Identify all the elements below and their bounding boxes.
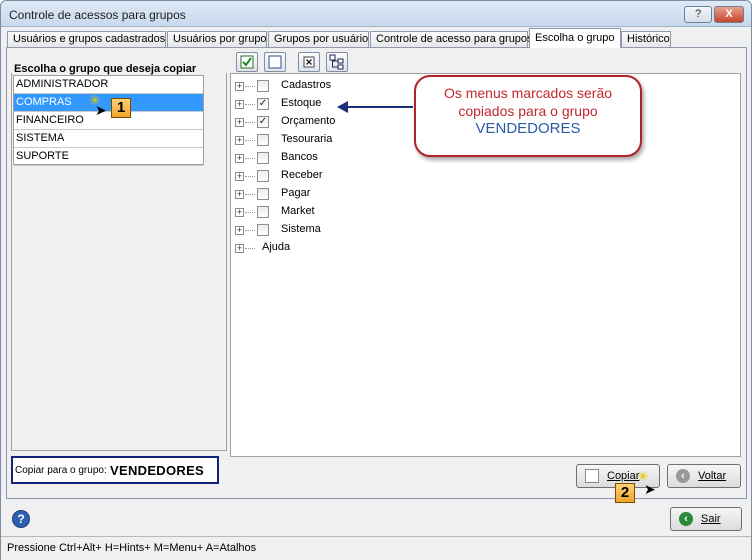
sair-label: Sair <box>701 513 721 525</box>
checkbox-bancos[interactable] <box>257 152 269 164</box>
group-item-administrador[interactable]: ADMINISTRADOR <box>14 76 203 94</box>
checkbox-sistema[interactable] <box>257 224 269 236</box>
sair-button[interactable]: ‹ Sair <box>670 507 742 531</box>
expand-icon[interactable]: + <box>235 154 244 163</box>
checkbox-tesouraria[interactable] <box>257 134 269 146</box>
tree-label: Ajuda <box>262 241 291 253</box>
mouse-cursor-icon: ➤ <box>644 481 656 497</box>
help-icon[interactable]: ? <box>12 510 30 528</box>
callout-arrow-line <box>347 106 413 108</box>
expand-icon[interactable]: + <box>235 190 244 199</box>
title-bar: Controle de acessos para grupos ? X <box>1 1 751 27</box>
group-item-sistema[interactable]: SISTEMA <box>14 130 203 148</box>
checkbox-market[interactable] <box>257 206 269 218</box>
tree-label: Orçamento <box>281 115 336 127</box>
checkbox-receber[interactable] <box>257 170 269 182</box>
status-bar: Pressione Ctrl+Alt+ H=Hints+ M=Menu+ A=A… <box>1 536 751 560</box>
tree-label: Pagar <box>281 187 311 199</box>
tree-label: Sistema <box>281 223 321 235</box>
copy-target-box: Copiar para o grupo: VENDEDORES <box>11 456 219 484</box>
status-text: Pressione Ctrl+Alt+ H=Hints+ M=Menu+ A=A… <box>7 542 257 554</box>
tree-label: Cadastros <box>281 79 332 91</box>
tree-label: Bancos <box>281 151 318 163</box>
checkbox-estoque[interactable]: ✓ <box>257 98 269 110</box>
group-item-compras[interactable]: COMPRAS <box>14 94 203 112</box>
back-arrow-icon: ‹ <box>676 469 690 483</box>
tab-usuarios-grupos[interactable]: Usuários e grupos cadastrados <box>7 31 166 47</box>
uncheck-all-icon[interactable] <box>264 52 286 72</box>
expand-icon[interactable]: + <box>235 226 244 235</box>
copy-icon <box>585 469 599 483</box>
tab-usuarios-por-grupo[interactable]: Usuários por grupo <box>167 31 267 47</box>
checkbox-cadastros[interactable] <box>257 80 269 92</box>
tab-controle-acesso[interactable]: Controle de acesso para grupos <box>370 31 533 47</box>
step-badge-2: 2 <box>615 483 635 503</box>
window-title: Controle de acessos para grupos <box>9 8 186 22</box>
expand-icon[interactable]: + <box>235 100 244 109</box>
group-item-financeiro[interactable]: FINANCEIRO <box>14 112 203 130</box>
tab-escolha-grupo[interactable]: Escolha o grupo <box>529 28 621 48</box>
mouse-cursor-icon: ➤ <box>95 102 107 118</box>
tree-label: Estoque <box>281 97 322 109</box>
expand-icon[interactable]: + <box>235 118 244 127</box>
collapse-icon[interactable] <box>298 52 320 72</box>
checkbox-orcamento[interactable]: ✓ <box>257 116 269 128</box>
tree-label: Receber <box>281 169 323 181</box>
checkbox-pagar[interactable] <box>257 188 269 200</box>
expand-icon[interactable]: + <box>235 244 244 253</box>
exit-arrow-icon: ‹ <box>679 512 693 526</box>
close-window-button[interactable]: X <box>714 6 744 23</box>
expand-icon[interactable]: + <box>235 172 244 181</box>
main-window: Controle de acessos para grupos ? X Usuá… <box>0 0 752 560</box>
callout-line-3: VENDEDORES <box>475 120 581 137</box>
tab-historico[interactable]: Histórico <box>621 31 671 47</box>
callout-line-2: copiados para o grupo <box>458 103 598 119</box>
tree-label: Tesouraria <box>281 133 333 145</box>
expand-tree-icon[interactable] <box>326 52 348 72</box>
callout-line-1: Os menus marcados serão <box>443 85 613 101</box>
group-item-suporte[interactable]: SUPORTE <box>14 148 203 166</box>
annotation-callout: Os menus marcados serão copiados para o … <box>414 75 642 157</box>
copy-target-label: Copiar para o grupo: <box>15 465 107 476</box>
step-badge-1: 1 <box>111 98 131 118</box>
group-list: ADMINISTRADOR COMPRAS FINANCEIRO SISTEMA… <box>13 75 204 166</box>
tab-grupos-por-usuario[interactable]: Grupos por usuário <box>268 31 369 47</box>
voltar-button[interactable]: ‹ Voltar <box>667 464 741 488</box>
expand-icon[interactable]: + <box>235 136 244 145</box>
tree-label: Market <box>281 205 315 217</box>
expand-icon[interactable]: + <box>235 208 244 217</box>
check-all-icon[interactable] <box>236 52 258 72</box>
help-title-button[interactable]: ? <box>684 6 712 23</box>
expand-icon[interactable]: + <box>235 82 244 91</box>
voltar-label: Voltar <box>698 470 727 482</box>
copy-target-value: VENDEDORES <box>110 463 205 478</box>
